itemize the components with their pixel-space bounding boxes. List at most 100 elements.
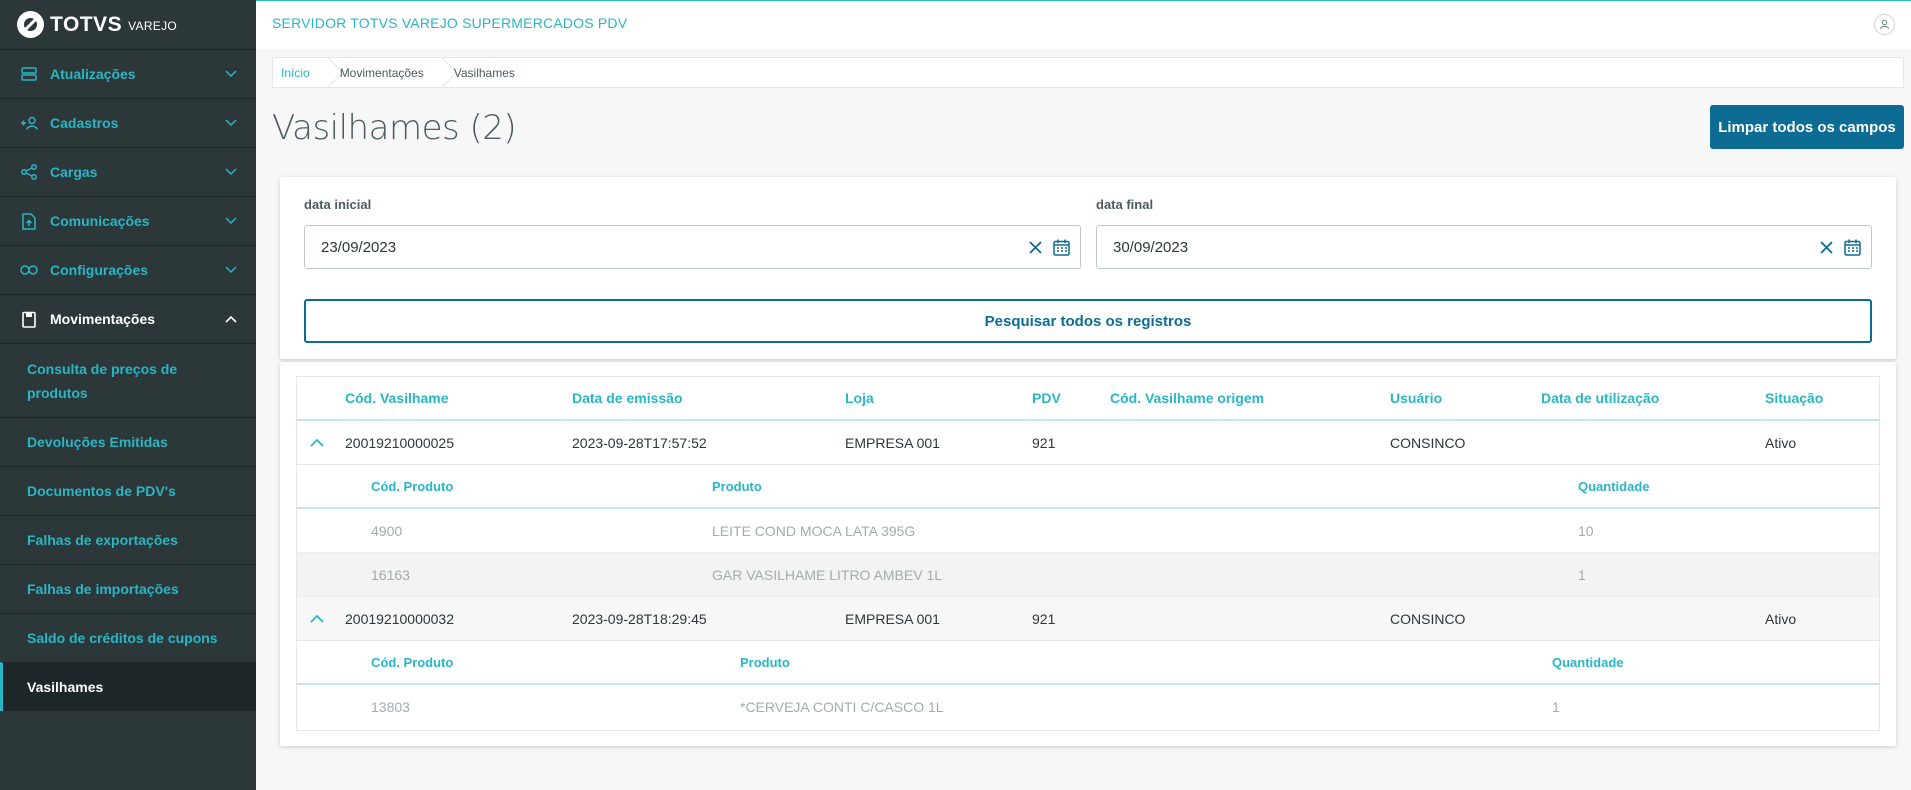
vasilhames-table: Cód. Vasilhame Data de emissão Loja PDV … bbox=[296, 376, 1880, 731]
calendar-icon[interactable] bbox=[1841, 239, 1863, 256]
sidebar-item-label: Configurações bbox=[50, 262, 149, 278]
add-user-icon bbox=[20, 114, 38, 132]
cell-produto: LEITE COND MOCA LATA 395G bbox=[712, 522, 916, 539]
end-date-field[interactable]: 30/09/2023 bbox=[1096, 225, 1872, 269]
top-bar: SERVIDOR TOTVS VAREJO SUPERMERCADOS PDV bbox=[256, 0, 1911, 49]
sidebar-item-cadastros[interactable]: Cadastros bbox=[0, 98, 256, 147]
filter-card: data inicial 23/09/2023 data final 30/09… bbox=[280, 177, 1896, 359]
search-all-records-button[interactable]: Pesquisar todos os registros bbox=[304, 299, 1872, 343]
sidebar-subitem-label: Falhas de exportações bbox=[27, 532, 178, 548]
cell-cod-produto: 4900 bbox=[371, 522, 403, 539]
breadcrumb: Início Movimentações Vasilhames bbox=[272, 57, 1904, 88]
end-date-value: 30/09/2023 bbox=[1113, 238, 1189, 256]
sidebar-subitem-consulta-precos[interactable]: Consulta de preços de produtos bbox=[0, 343, 256, 417]
sidebar: TOTVS VAREJO Atualizações Cadastros Carg… bbox=[0, 0, 256, 790]
results-card: Cód. Vasilhame Data de emissão Loja PDV … bbox=[280, 362, 1896, 746]
detail-column-header: Produto bbox=[712, 478, 762, 494]
collapse-row-icon[interactable] bbox=[307, 438, 327, 447]
chevron-down-icon bbox=[216, 266, 246, 274]
breadcrumb-vasilhames: Vasilhames bbox=[453, 65, 515, 80]
clipboard-icon bbox=[20, 310, 38, 328]
detail-table-header: Cód. Produto Produto Quantidade bbox=[297, 641, 1879, 685]
cell-produto: GAR VASILHAME LITRO AMBEV 1L bbox=[712, 566, 943, 583]
cell-pdv: 921 bbox=[1032, 434, 1056, 451]
sidebar-item-configuracoes[interactable]: Configurações bbox=[0, 245, 256, 294]
document-upload-icon bbox=[20, 212, 38, 230]
cell-cod-produto: 13803 bbox=[371, 699, 410, 715]
clear-all-fields-button[interactable]: Limpar todos os campos bbox=[1710, 105, 1904, 149]
sidebar-item-cargas[interactable]: Cargas bbox=[0, 147, 256, 196]
sidebar-subitem-documentos-pdv[interactable]: Documentos de PDV's bbox=[0, 466, 256, 515]
sidebar-subitem-saldo-creditos[interactable]: Saldo de créditos de cupons bbox=[0, 613, 256, 662]
brand-sub: VAREJO bbox=[128, 19, 178, 33]
brand-logo[interactable]: TOTVS VAREJO bbox=[0, 0, 256, 49]
detail-column-header: Quantidade bbox=[1552, 654, 1624, 670]
sidebar-subitem-label: Vasilhames bbox=[27, 679, 104, 695]
sidebar-item-label: Comunicações bbox=[50, 213, 150, 229]
sidebar-subitem-falhas-importacoes[interactable]: Falhas de importações bbox=[0, 564, 256, 613]
end-date-label: data final bbox=[1096, 197, 1154, 212]
cell-loja: EMPRESA 001 bbox=[845, 434, 940, 451]
sidebar-subitem-label: Documentos de PDV's bbox=[27, 483, 176, 499]
breadcrumb-movimentacoes[interactable]: Movimentações bbox=[332, 58, 436, 87]
detail-column-header: Cód. Produto bbox=[371, 478, 454, 494]
breadcrumb-separator bbox=[436, 57, 446, 88]
cell-cod-vasilhame: 20019210000032 bbox=[345, 610, 455, 627]
breadcrumb-separator bbox=[322, 57, 332, 88]
cell-data-emissao: 2023-09-28T18:29:45 bbox=[572, 610, 707, 627]
detail-table-header: Cód. Produto Produto Quantidade bbox=[297, 465, 1879, 509]
column-header[interactable]: PDV bbox=[1032, 390, 1061, 406]
cell-loja: EMPRESA 001 bbox=[845, 610, 940, 627]
detail-column-header: Quantidade bbox=[1578, 478, 1650, 494]
cell-cod-vasilhame: 20019210000025 bbox=[345, 434, 455, 451]
cell-usuario: CONSINCO bbox=[1390, 434, 1466, 451]
detail-column-header: Produto bbox=[740, 654, 790, 670]
sidebar-item-label: Atualizações bbox=[50, 66, 136, 82]
sidebar-item-atualizacoes[interactable]: Atualizações bbox=[0, 49, 256, 98]
clear-end-date-icon[interactable] bbox=[1815, 240, 1837, 254]
clear-start-date-icon[interactable] bbox=[1024, 240, 1046, 254]
detail-row: 13803 *CERVEJA CONTI C/CASCO 1L 1 bbox=[297, 685, 1879, 729]
cell-situacao: Ativo bbox=[1765, 434, 1797, 451]
user-menu-button[interactable] bbox=[1874, 14, 1895, 35]
column-header[interactable]: Loja bbox=[845, 390, 874, 406]
link-icon bbox=[20, 261, 38, 279]
user-icon bbox=[1880, 19, 1889, 30]
detail-column-header: Cód. Produto bbox=[371, 654, 454, 670]
cell-situacao: Ativo bbox=[1765, 610, 1797, 627]
sidebar-subitem-falhas-exportacoes[interactable]: Falhas de exportações bbox=[0, 515, 256, 564]
column-header[interactable]: Cód. Vasilhame bbox=[345, 390, 448, 406]
chevron-down-icon bbox=[216, 119, 246, 127]
sidebar-item-movimentacoes[interactable]: Movimentações bbox=[0, 294, 256, 343]
sidebar-subitem-vasilhames[interactable]: Vasilhames bbox=[0, 662, 256, 711]
sidebar-subitem-label: Consulta de preços de produtos bbox=[27, 360, 178, 401]
calendar-icon[interactable] bbox=[1050, 239, 1072, 256]
chevron-up-icon bbox=[216, 315, 246, 323]
detail-row: 16163 GAR VASILHAME LITRO AMBEV 1L 1 bbox=[297, 553, 1879, 597]
totvs-logo-icon bbox=[17, 11, 44, 38]
cell-quantidade: 10 bbox=[1578, 522, 1594, 539]
collapse-row-icon[interactable] bbox=[307, 614, 327, 623]
sidebar-item-comunicacoes[interactable]: Comunicações bbox=[0, 196, 256, 245]
sidebar-subitem-label: Devoluções Emitidas bbox=[27, 434, 168, 450]
column-header[interactable]: Data de utilização bbox=[1541, 390, 1659, 406]
page-title: Vasilhames (2) bbox=[272, 108, 517, 148]
column-header[interactable]: Cód. Vasilhame origem bbox=[1110, 390, 1264, 406]
sidebar-subitem-devolucoes[interactable]: Devoluções Emitidas bbox=[0, 417, 256, 466]
start-date-field[interactable]: 23/09/2023 bbox=[304, 225, 1081, 269]
chevron-down-icon bbox=[216, 217, 246, 225]
column-header[interactable]: Situação bbox=[1765, 390, 1823, 406]
detail-row: 4900 LEITE COND MOCA LATA 395G 10 bbox=[297, 509, 1879, 553]
cell-produto: *CERVEJA CONTI C/CASCO 1L bbox=[740, 699, 944, 715]
table-row[interactable]: 20019210000025 2023-09-28T17:57:52 EMPRE… bbox=[297, 421, 1879, 465]
start-date-label: data inicial bbox=[304, 197, 372, 212]
chevron-down-icon bbox=[216, 168, 246, 176]
sidebar-subitem-label: Saldo de créditos de cupons bbox=[27, 630, 218, 646]
table-header: Cód. Vasilhame Data de emissão Loja PDV … bbox=[297, 377, 1879, 421]
server-title: SERVIDOR TOTVS VAREJO SUPERMERCADOS PDV bbox=[272, 15, 628, 31]
column-header[interactable]: Usuário bbox=[1390, 390, 1442, 406]
table-row[interactable]: 20019210000032 2023-09-28T18:29:45 EMPRE… bbox=[297, 597, 1879, 641]
server-icon bbox=[20, 65, 38, 83]
column-header[interactable]: Data de emissão bbox=[572, 390, 683, 406]
cell-quantidade: 1 bbox=[1552, 699, 1560, 715]
